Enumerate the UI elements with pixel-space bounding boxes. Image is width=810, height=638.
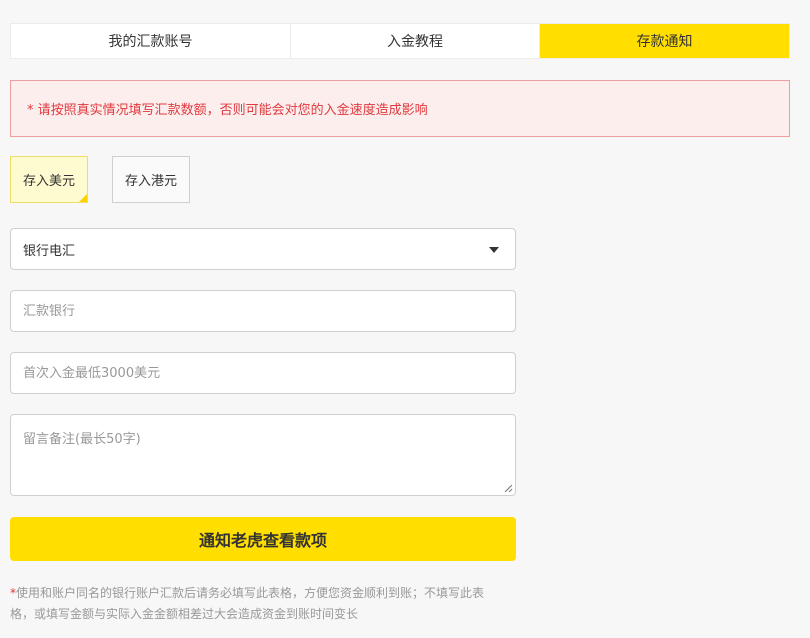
tab-deposit-tutorial[interactable]: 入金教程 <box>290 24 539 58</box>
notify-submit-button[interactable]: 通知老虎查看款项 <box>10 517 516 561</box>
tab-my-remittance-account[interactable]: 我的汇款账号 <box>11 24 290 58</box>
remark-textarea[interactable] <box>10 414 516 496</box>
tab-bar: 我的汇款账号 入金教程 存款通知 <box>10 23 790 59</box>
currency-usd-label: 存入美元 <box>22 174 75 189</box>
currency-usd-option[interactable]: 存入美元 <box>10 156 88 203</box>
remittance-method-select[interactable]: 银行电汇 <box>10 228 516 270</box>
tab-deposit-notice[interactable]: 存款通知 <box>539 24 789 58</box>
deposit-amount-input[interactable] <box>10 352 516 394</box>
resize-handle-icon[interactable] <box>503 483 513 493</box>
warning-banner: * 请按照真实情况填写汇款数额，否则可能会对您的入金速度造成影响 <box>10 80 790 137</box>
warning-text: * 请按照真实情况填写汇款数额，否则可能会对您的入金速度造成影响 <box>27 103 428 118</box>
selected-corner-icon <box>79 194 87 202</box>
currency-hkd-option[interactable]: 存入港元 <box>112 156 190 203</box>
footnote-text: 使用和账户同名的银行账户汇款后请务必填写此表格，方便您资金顺利到账；不填写此表格… <box>10 586 485 621</box>
chevron-down-icon <box>489 247 499 253</box>
remittance-bank-input[interactable] <box>10 290 516 332</box>
currency-hkd-label: 存入港元 <box>124 174 177 189</box>
footnote: *使用和账户同名的银行账户汇款后请务必填写此表格，方便您资金顺利到账；不填写此表… <box>10 583 490 625</box>
remittance-method-value: 银行电汇 <box>23 243 76 259</box>
